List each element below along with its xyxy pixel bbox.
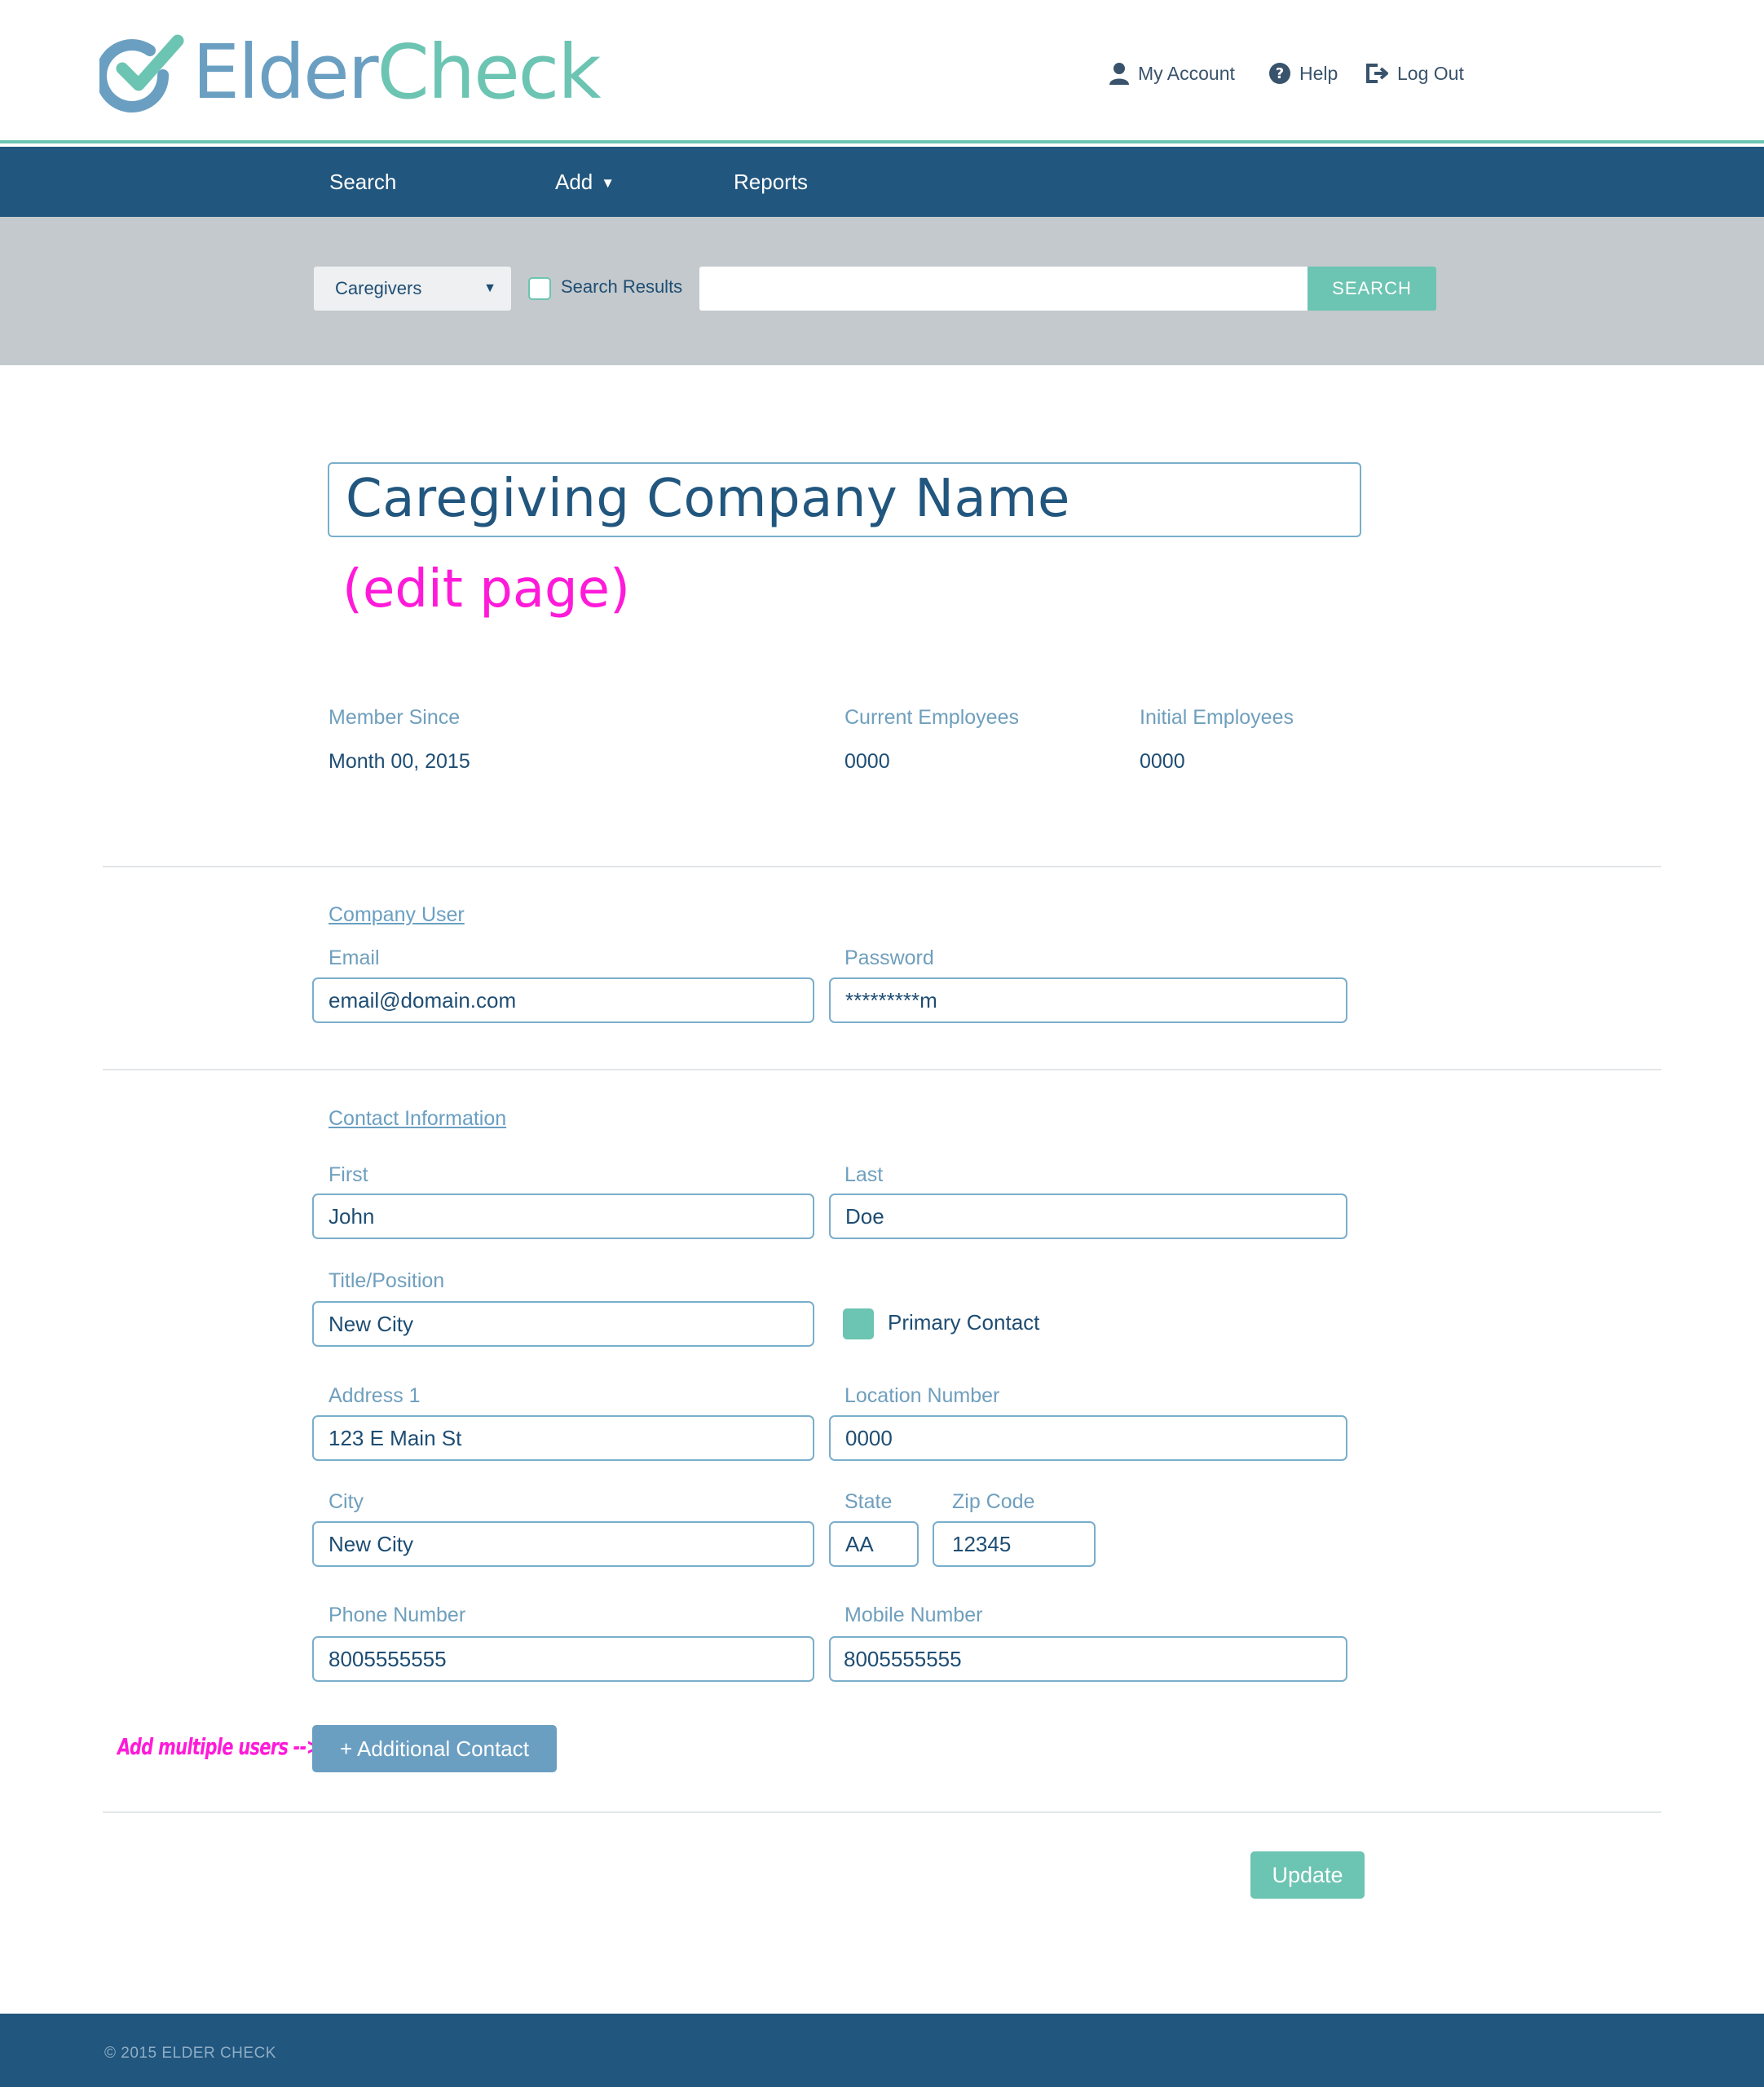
initial-employees-label: Initial Employees: [1140, 706, 1294, 729]
search-type-value: Caregivers: [335, 278, 422, 298]
last-name-field[interactable]: Doe: [829, 1194, 1347, 1239]
member-since-label: Member Since: [329, 706, 461, 729]
location-number-field[interactable]: 0000: [829, 1415, 1347, 1461]
update-button[interactable]: Update: [1250, 1851, 1365, 1899]
state-label: State: [845, 1490, 893, 1513]
primary-contact-label: Primary Contact: [888, 1310, 1040, 1335]
section-divider: [103, 1811, 1661, 1813]
svg-text:?: ?: [1276, 65, 1284, 82]
search-button[interactable]: SEARCH: [1308, 267, 1436, 311]
logout-icon: [1366, 64, 1388, 83]
search-results-label: Search Results: [561, 276, 683, 297]
logo-wordmark-part1: Elder: [192, 29, 379, 116]
address1-field[interactable]: 123 E Main St: [312, 1415, 814, 1461]
current-employees-value: 0000: [845, 750, 890, 773]
zip-code-field[interactable]: 12345: [933, 1521, 1096, 1567]
initial-employees-value: 0000: [1140, 750, 1185, 773]
caret-down-icon: ▼: [601, 175, 615, 191]
search-results-checkbox[interactable]: [528, 277, 551, 300]
nav-reports[interactable]: Reports: [734, 147, 808, 217]
edit-page-annotation: (edit page): [342, 559, 630, 620]
section-divider: [103, 866, 1661, 867]
city-label: City: [329, 1490, 364, 1513]
nav-search[interactable]: Search: [329, 147, 396, 217]
my-account-label: My Account: [1138, 62, 1235, 84]
footer-copyright: © 2015 ELDER CHECK: [104, 2045, 276, 2062]
password-field[interactable]: *********m: [829, 977, 1347, 1023]
address1-label: Address 1: [329, 1384, 421, 1407]
city-field[interactable]: New City: [312, 1521, 814, 1567]
company-name-field[interactable]: Caregiving Company Name: [328, 462, 1361, 537]
help-link[interactable]: ? Help: [1268, 62, 1338, 85]
nav-add-label: Add: [555, 170, 593, 194]
password-label: Password: [845, 946, 934, 969]
email-label: Email: [329, 946, 380, 969]
search-type-select[interactable]: Caregivers ▼: [314, 267, 511, 311]
add-multiple-users-annotation: Add multiple users -->: [117, 1733, 320, 1760]
first-name-label: First: [329, 1163, 368, 1186]
logout-link[interactable]: Log Out: [1365, 62, 1464, 85]
first-name-field[interactable]: John: [312, 1194, 814, 1239]
state-field[interactable]: AA: [829, 1521, 919, 1567]
my-account-link[interactable]: My Account: [1109, 62, 1235, 85]
contact-information-section-title[interactable]: Contact Information: [329, 1107, 506, 1131]
last-name-label: Last: [845, 1163, 884, 1186]
logout-label: Log Out: [1397, 62, 1464, 84]
email-field[interactable]: email@domain.com: [312, 977, 814, 1023]
search-input[interactable]: [699, 267, 1308, 311]
primary-contact-checkbox[interactable]: [843, 1308, 874, 1339]
help-label: Help: [1299, 62, 1338, 84]
zip-code-label: Zip Code: [952, 1490, 1035, 1513]
phone-number-label: Phone Number: [329, 1604, 466, 1626]
phone-number-field[interactable]: 8005555555: [312, 1636, 814, 1682]
question-circle-icon: ?: [1269, 63, 1290, 84]
logo-wordmark[interactable]: ElderCheck: [192, 28, 602, 117]
title-position-label: Title/Position: [329, 1269, 445, 1292]
main-nav: [0, 147, 1764, 217]
title-position-field[interactable]: New City: [312, 1301, 814, 1347]
logo-wordmark-part2: Check: [377, 29, 602, 116]
nav-add[interactable]: Add ▼: [555, 147, 615, 217]
additional-contact-button[interactable]: + Additional Contact: [312, 1725, 557, 1772]
member-since-value: Month 00, 2015: [329, 750, 470, 773]
company-user-section-title[interactable]: Company User: [329, 903, 465, 927]
logo-check-icon: [99, 34, 184, 113]
mobile-number-label: Mobile Number: [845, 1604, 983, 1626]
section-divider: [103, 1069, 1661, 1070]
current-employees-label: Current Employees: [845, 706, 1019, 729]
location-number-label: Location Number: [845, 1384, 1000, 1407]
mobile-number-field[interactable]: 8005555555: [829, 1636, 1347, 1682]
user-icon: [1109, 63, 1129, 85]
caret-down-icon: ▼: [483, 281, 496, 295]
